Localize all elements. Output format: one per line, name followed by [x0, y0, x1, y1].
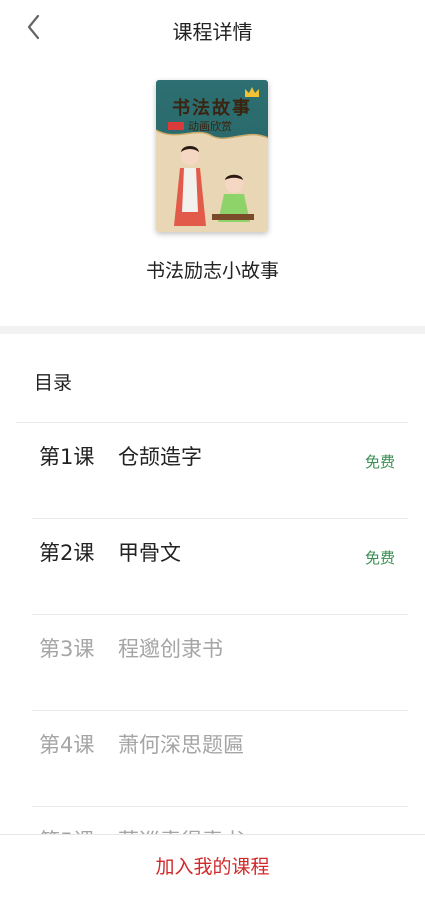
- student-figure-illustration: [212, 174, 254, 222]
- lesson-name: 甲骨文: [118, 541, 181, 565]
- catalog-title: 目录: [34, 372, 73, 394]
- section-divider: [0, 326, 425, 334]
- page-title: 课程详情: [172, 20, 253, 44]
- bottom-bar: 加入我的课程: [0, 834, 425, 889]
- lesson-name: 萧何深思题匾: [118, 733, 244, 757]
- lesson-item-4[interactable]: 第4课 萧何深思题匾: [0, 711, 425, 807]
- lesson-number: 第3课: [39, 637, 95, 661]
- lesson-name: 仓颉造字: [118, 445, 202, 469]
- top-bar: 课程详情: [0, 0, 425, 58]
- lesson-number: 第2课: [39, 541, 95, 565]
- join-course-button[interactable]: 加入我的课程: [0, 852, 425, 879]
- lesson-number: 第1课: [39, 445, 95, 469]
- course-name: 书法励志小故事: [145, 260, 279, 282]
- cover-title: 书法故事: [172, 98, 252, 119]
- free-badge: 免费: [364, 453, 395, 471]
- free-badge: 免费: [364, 549, 395, 567]
- lesson-item-3[interactable]: 第3课 程邈创隶书: [0, 615, 425, 711]
- course-cover: 书法故事 动画欣赏: [156, 80, 268, 232]
- lesson-number: 第4课: [39, 733, 95, 757]
- teacher-figure-illustration: [174, 146, 206, 226]
- lesson-item-2[interactable]: 第2课 甲骨文 免费: [0, 519, 425, 615]
- lesson-item-1[interactable]: 第1课 仓颉造字 免费: [0, 423, 425, 519]
- lesson-name: 程邈创隶书: [118, 637, 223, 661]
